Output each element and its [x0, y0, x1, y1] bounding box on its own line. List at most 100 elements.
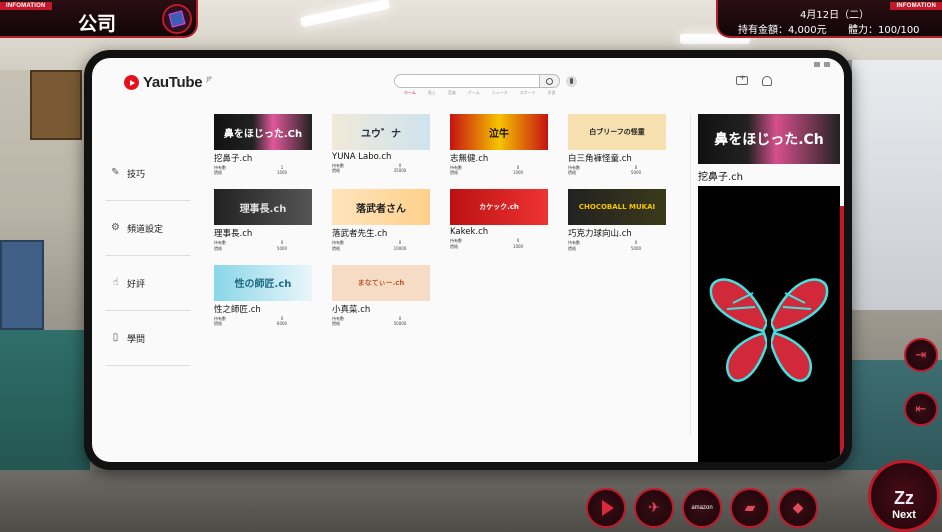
side-action-button[interactable]: ⇥ — [904, 338, 938, 372]
mic-icon[interactable] — [566, 75, 577, 87]
divider — [690, 114, 691, 434]
tab-news[interactable]: ニュース — [492, 90, 508, 96]
sidebar-item-channel-settings[interactable]: ⚙ 頻道設定 — [106, 201, 190, 256]
channel-thumbnail: 性の師匠.ch — [214, 264, 312, 301]
sidebar-item-label: 學問 — [127, 334, 146, 345]
channel-card[interactable]: 理事長.ch 理事長.ch 持有數 0 價格 5000 — [214, 189, 314, 251]
thumbs-up-icon: ☝ — [112, 277, 119, 288]
sidebar-item-skills[interactable]: ✎ 技巧 — [106, 146, 190, 201]
thumbnail-title: まなてぃー.ch — [357, 278, 405, 287]
video-edge — [840, 206, 844, 462]
price-label: 價格 — [450, 170, 458, 176]
channel-name: 巧克力球向山.ch — [568, 229, 632, 240]
channel-card[interactable]: まなてぃー.ch 小真菜.ch 持有數 0 價格 50000 — [332, 264, 432, 326]
channel-thumbnail: カケック.ch — [450, 189, 548, 226]
price-value: 50000 — [393, 320, 407, 326]
status-hud: INFOMATION 4月12日（二） 持有金額：4,000元 體力：100/1… — [716, 0, 942, 38]
thumbnail-title: 白ブリーフの怪童 — [589, 128, 645, 136]
channel-card[interactable]: 鼻をほじった.Ch 挖鼻子.ch 持有數 1 價格 1000 — [214, 114, 314, 175]
app-dock: ✈ amazon ▰ ◆ — [586, 488, 818, 528]
channel-card[interactable]: 白ブリーフの怪童 白三角褲怪童.ch 持有數 0 價格 5000 — [568, 114, 668, 175]
sidebar-item-reviews[interactable]: ☝ 好評 — [106, 256, 190, 311]
price-value: 5000 — [630, 245, 642, 251]
channel-preview: 鼻をほじった.Ch 挖鼻子.ch — [698, 114, 844, 462]
amazon-app-button[interactable]: amazon — [682, 488, 722, 528]
door-icon: ⇥ — [915, 347, 927, 363]
youtube-app-button[interactable] — [586, 488, 626, 528]
gear-icon: ⚙ — [111, 222, 120, 233]
preview-channel-name: 挖鼻子.ch — [698, 172, 744, 183]
thumbnail-title: 落武者さん — [356, 203, 406, 215]
sidebar-item-label: 好評 — [127, 279, 146, 290]
logo-text: YauTube — [143, 74, 203, 91]
location-label: 公司 — [78, 13, 117, 35]
side-action-button[interactable]: ⇤ — [904, 392, 938, 426]
thumbnail-title: 性の師匠.ch — [234, 279, 292, 291]
tab-games[interactable]: ゲーム — [468, 90, 480, 96]
channel-card[interactable]: 泣牛 志無健.ch 持有數 0 價格 1000 — [450, 114, 550, 175]
tab-home[interactable]: ホーム — [404, 90, 416, 96]
notification-bell-icon[interactable] — [762, 76, 772, 86]
next-button[interactable]: Zz Next — [868, 460, 940, 532]
wrench-icon: ✎ — [111, 167, 120, 178]
preview-video[interactable] — [698, 186, 844, 462]
channel-card[interactable]: カケック.ch Kakek.ch 持有數 0 價格 1000 — [450, 189, 550, 250]
company-menu-icon[interactable] — [162, 4, 192, 34]
channel-name: 白三角褲怪童.ch — [568, 154, 632, 164]
search-bar — [394, 74, 577, 88]
channel-thumbnail: まなてぃー.ch — [332, 264, 430, 301]
channel-stats: 持有數 0 價格 35000 — [332, 163, 432, 173]
channel-name: 小真菜.ch — [332, 304, 371, 315]
stamina-display: 體力：100/100 — [848, 25, 920, 36]
play-logo-icon — [124, 75, 139, 90]
file-shelf — [0, 240, 44, 330]
channel-name: Kakek.ch — [450, 227, 489, 238]
thumbnail-title: 鼻をほじった.Ch — [223, 128, 303, 140]
channel-thumbnail: 白ブリーフの怪童 — [568, 114, 666, 150]
channel-card[interactable]: ユウ゛ナ YUNA Labo.ch 持有數 0 價格 35000 — [332, 114, 432, 175]
channel-thumbnail: 理事長.ch — [214, 189, 312, 226]
channel-name: 性之師匠.ch — [214, 304, 261, 315]
amazon-label: amazon — [691, 505, 713, 511]
search-icon[interactable] — [540, 74, 560, 88]
tab-learning[interactable]: 学習 — [548, 90, 556, 96]
price-label: 價格 — [332, 168, 340, 174]
thumbnail-title: カケック.ch — [479, 203, 519, 212]
search-input[interactable] — [394, 74, 540, 88]
butterfly-wings — [709, 278, 829, 382]
price-value: 6000 — [276, 320, 288, 326]
channel-stats: 持有數 0 價格 5000 — [568, 240, 668, 250]
channel-stats: 持有數 1 價格 1000 — [214, 165, 314, 175]
company-hud: INFOMATION 公司 — [0, 0, 198, 38]
channel-card[interactable]: 落武者さん 落武者先生.ch 持有數 0 價格 10000 — [332, 189, 432, 251]
book-app-button[interactable]: ▰ — [730, 488, 770, 528]
channel-stats: 持有數 0 價格 10000 — [332, 240, 432, 250]
tab-music[interactable]: 音楽 — [448, 90, 456, 96]
price-value: 35000 — [393, 168, 407, 174]
book-icon: ▰ — [744, 500, 756, 516]
channel-card[interactable]: CHOCOBALL MUKAI 巧克力球向山.ch 持有數 0 價格 5000 — [568, 189, 668, 251]
sidebar: ✎ 技巧 ⚙ 頻道設定 ☝ 好評 ▯ 學問 — [106, 146, 190, 366]
price-label: 價格 — [568, 170, 576, 176]
tab-trending[interactable]: 急上 — [428, 90, 436, 96]
tab-sports[interactable]: スポーツ — [520, 90, 536, 96]
info-tag: INFOMATION — [0, 2, 52, 10]
price-label: 價格 — [214, 320, 222, 326]
wall-shrine — [30, 70, 82, 140]
shop-app-button[interactable]: ◆ — [778, 488, 818, 528]
channel-stats: 持有數 0 價格 5000 — [568, 165, 668, 175]
youtube-logo[interactable]: YauTube JP — [124, 74, 212, 91]
video-upload-icon[interactable] — [736, 73, 748, 85]
channel-card[interactable]: 性の師匠.ch 性之師匠.ch 持有數 0 價格 6000 — [214, 264, 314, 326]
tablet-screen: YauTube JP ホーム 急上 音楽 ゲーム ニュース スポーツ 学習 ✎ … — [92, 58, 844, 462]
channel-name: 落武者先生.ch — [332, 229, 388, 240]
channel-grid: 鼻をほじった.Ch 挖鼻子.ch 持有數 1 價格 1000 ユウ゛ナ YUNA L… — [214, 114, 684, 326]
channel-stats: 持有數 0 價格 1000 — [450, 165, 550, 175]
status-bar — [814, 62, 830, 67]
price-label: 價格 — [450, 243, 458, 249]
preview-banner-title: 鼻をほじった.Ch — [714, 132, 824, 148]
price-value: 1000 — [276, 170, 288, 176]
sidebar-item-learning[interactable]: ▯ 學問 — [106, 311, 190, 366]
channel-stats: 持有數 0 價格 1000 — [450, 238, 550, 248]
bird-app-button[interactable]: ✈ — [634, 488, 674, 528]
